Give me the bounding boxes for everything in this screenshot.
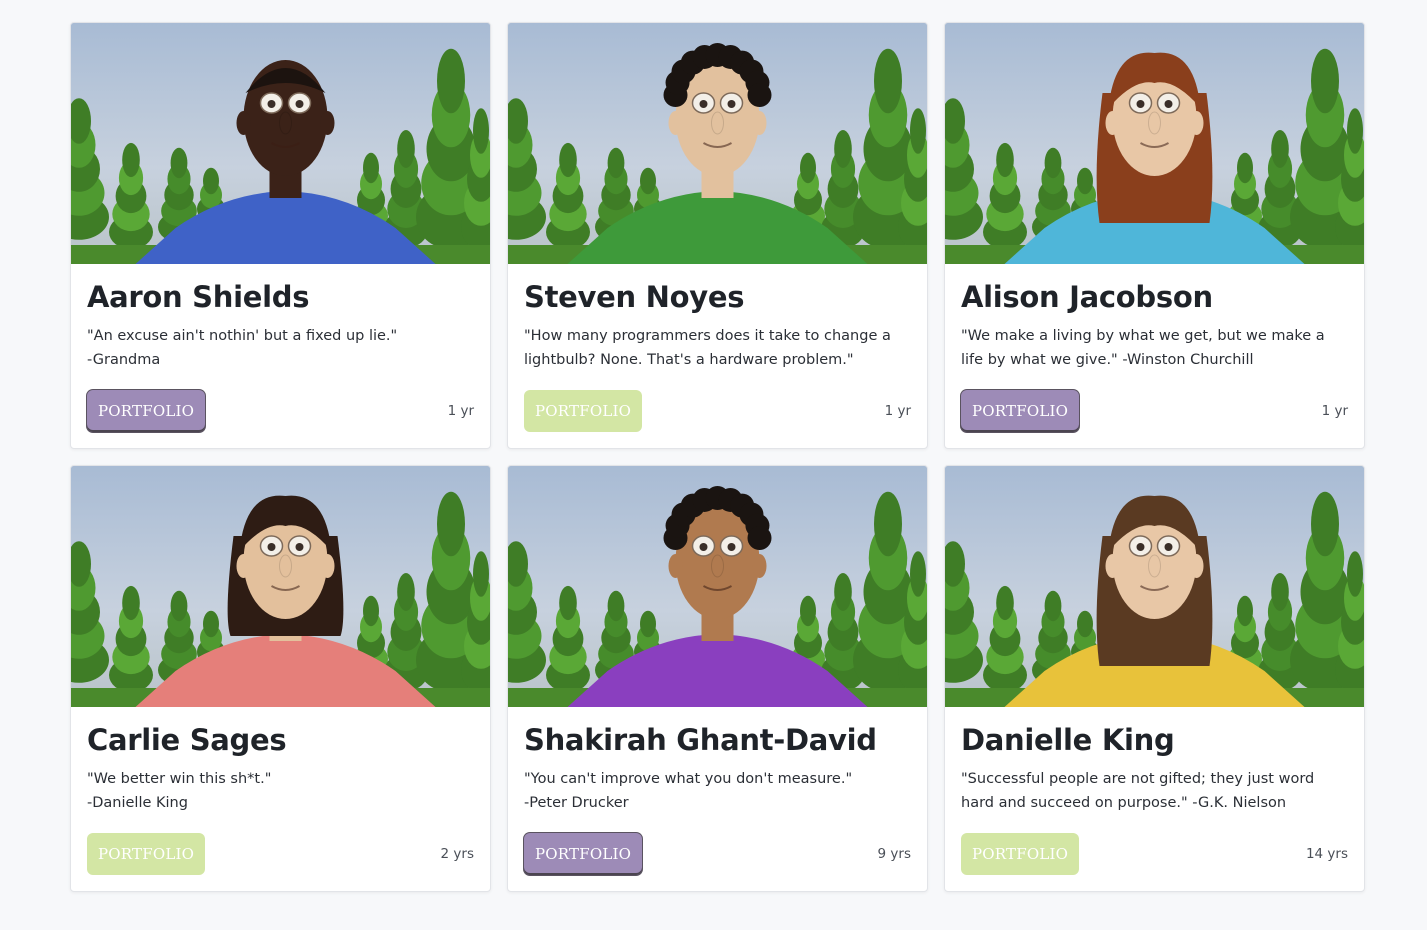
portfolio-button[interactable]: PORTFOLIO [961, 390, 1080, 432]
quote-text: "An excuse ain't nothin' but a fixed up … [87, 328, 398, 344]
experience-label: 1 yr [884, 403, 911, 419]
clay-portrait-illustration [508, 466, 927, 707]
member-quote: "We make a living by what we get, but we… [961, 324, 1348, 372]
member-photo [945, 23, 1364, 264]
card-body: Danielle King "Successful people are not… [945, 707, 1364, 891]
portfolio-button[interactable]: PORTFOLIO [87, 833, 206, 875]
member-photo [945, 466, 1364, 707]
quote-text: "We better win this sh*t." [87, 771, 272, 787]
clay-portrait-illustration [71, 466, 490, 707]
member-quote: "We better win this sh*t." -Danielle Kin… [87, 767, 474, 815]
member-photo [508, 466, 927, 707]
member-name: Aaron Shields [87, 280, 310, 314]
clay-portrait-illustration [71, 23, 490, 264]
team-member-card: Aaron Shields "An excuse ain't nothin' b… [70, 22, 491, 449]
team-member-card: Danielle King "Successful people are not… [944, 465, 1365, 892]
clay-portrait-illustration [945, 466, 1364, 707]
member-name: Steven Noyes [524, 280, 745, 314]
portfolio-button[interactable]: PORTFOLIO [524, 833, 643, 875]
card-body: Steven Noyes "How many programmers does … [508, 264, 927, 448]
experience-label: 1 yr [1321, 403, 1348, 419]
quote-text: "We make a living by what we get, but we… [961, 328, 1325, 368]
card-body: Aaron Shields "An excuse ain't nothin' b… [71, 264, 490, 448]
quote-author: -Peter Drucker [524, 795, 629, 811]
member-name: Alison Jacobson [961, 280, 1213, 314]
experience-label: 9 yrs [877, 846, 911, 862]
quote-text: "You can't improve what you don't measur… [524, 771, 853, 787]
portfolio-button[interactable]: PORTFOLIO [961, 833, 1080, 875]
card-body: Carlie Sages "We better win this sh*t." … [71, 707, 490, 891]
card-footer: PORTFOLIO 1 yr [961, 390, 1348, 432]
member-name: Carlie Sages [87, 723, 287, 757]
card-footer: PORTFOLIO 1 yr [87, 390, 474, 432]
card-footer: PORTFOLIO 9 yrs [524, 833, 911, 875]
team-member-card: Steven Noyes "How many programmers does … [507, 22, 928, 449]
card-footer: PORTFOLIO 1 yr [524, 390, 911, 432]
experience-label: 14 yrs [1305, 846, 1348, 862]
member-quote: "How many programmers does it take to ch… [524, 324, 911, 372]
portfolio-button[interactable]: PORTFOLIO [524, 390, 643, 432]
member-photo [71, 466, 490, 707]
team-grid: Aaron Shields "An excuse ain't nothin' b… [70, 22, 1365, 892]
quote-text: "How many programmers does it take to ch… [524, 328, 891, 368]
member-quote: "An excuse ain't nothin' but a fixed up … [87, 324, 474, 372]
experience-label: 1 yr [447, 403, 474, 419]
card-body: Alison Jacobson "We make a living by wha… [945, 264, 1364, 448]
member-quote: "You can't improve what you don't measur… [524, 767, 911, 815]
team-member-card: Alison Jacobson "We make a living by wha… [944, 22, 1365, 449]
quote-text: "Successful people are not gifted; they … [961, 771, 1315, 811]
clay-portrait-illustration [945, 23, 1364, 264]
member-photo [508, 23, 927, 264]
card-body: Shakirah Ghant-David "You can't improve … [508, 707, 927, 891]
team-member-card: Carlie Sages "We better win this sh*t." … [70, 465, 491, 892]
card-footer: PORTFOLIO 2 yrs [87, 833, 474, 875]
quote-author: -Danielle King [87, 795, 188, 811]
member-name: Danielle King [961, 723, 1175, 757]
portfolio-button[interactable]: PORTFOLIO [87, 390, 206, 432]
quote-author: -Grandma [87, 352, 161, 368]
member-photo [71, 23, 490, 264]
clay-portrait-illustration [508, 23, 927, 264]
experience-label: 2 yrs [440, 846, 474, 862]
team-member-card: Shakirah Ghant-David "You can't improve … [507, 465, 928, 892]
member-name: Shakirah Ghant-David [524, 723, 877, 757]
card-footer: PORTFOLIO 14 yrs [961, 833, 1348, 875]
member-quote: "Successful people are not gifted; they … [961, 767, 1348, 815]
